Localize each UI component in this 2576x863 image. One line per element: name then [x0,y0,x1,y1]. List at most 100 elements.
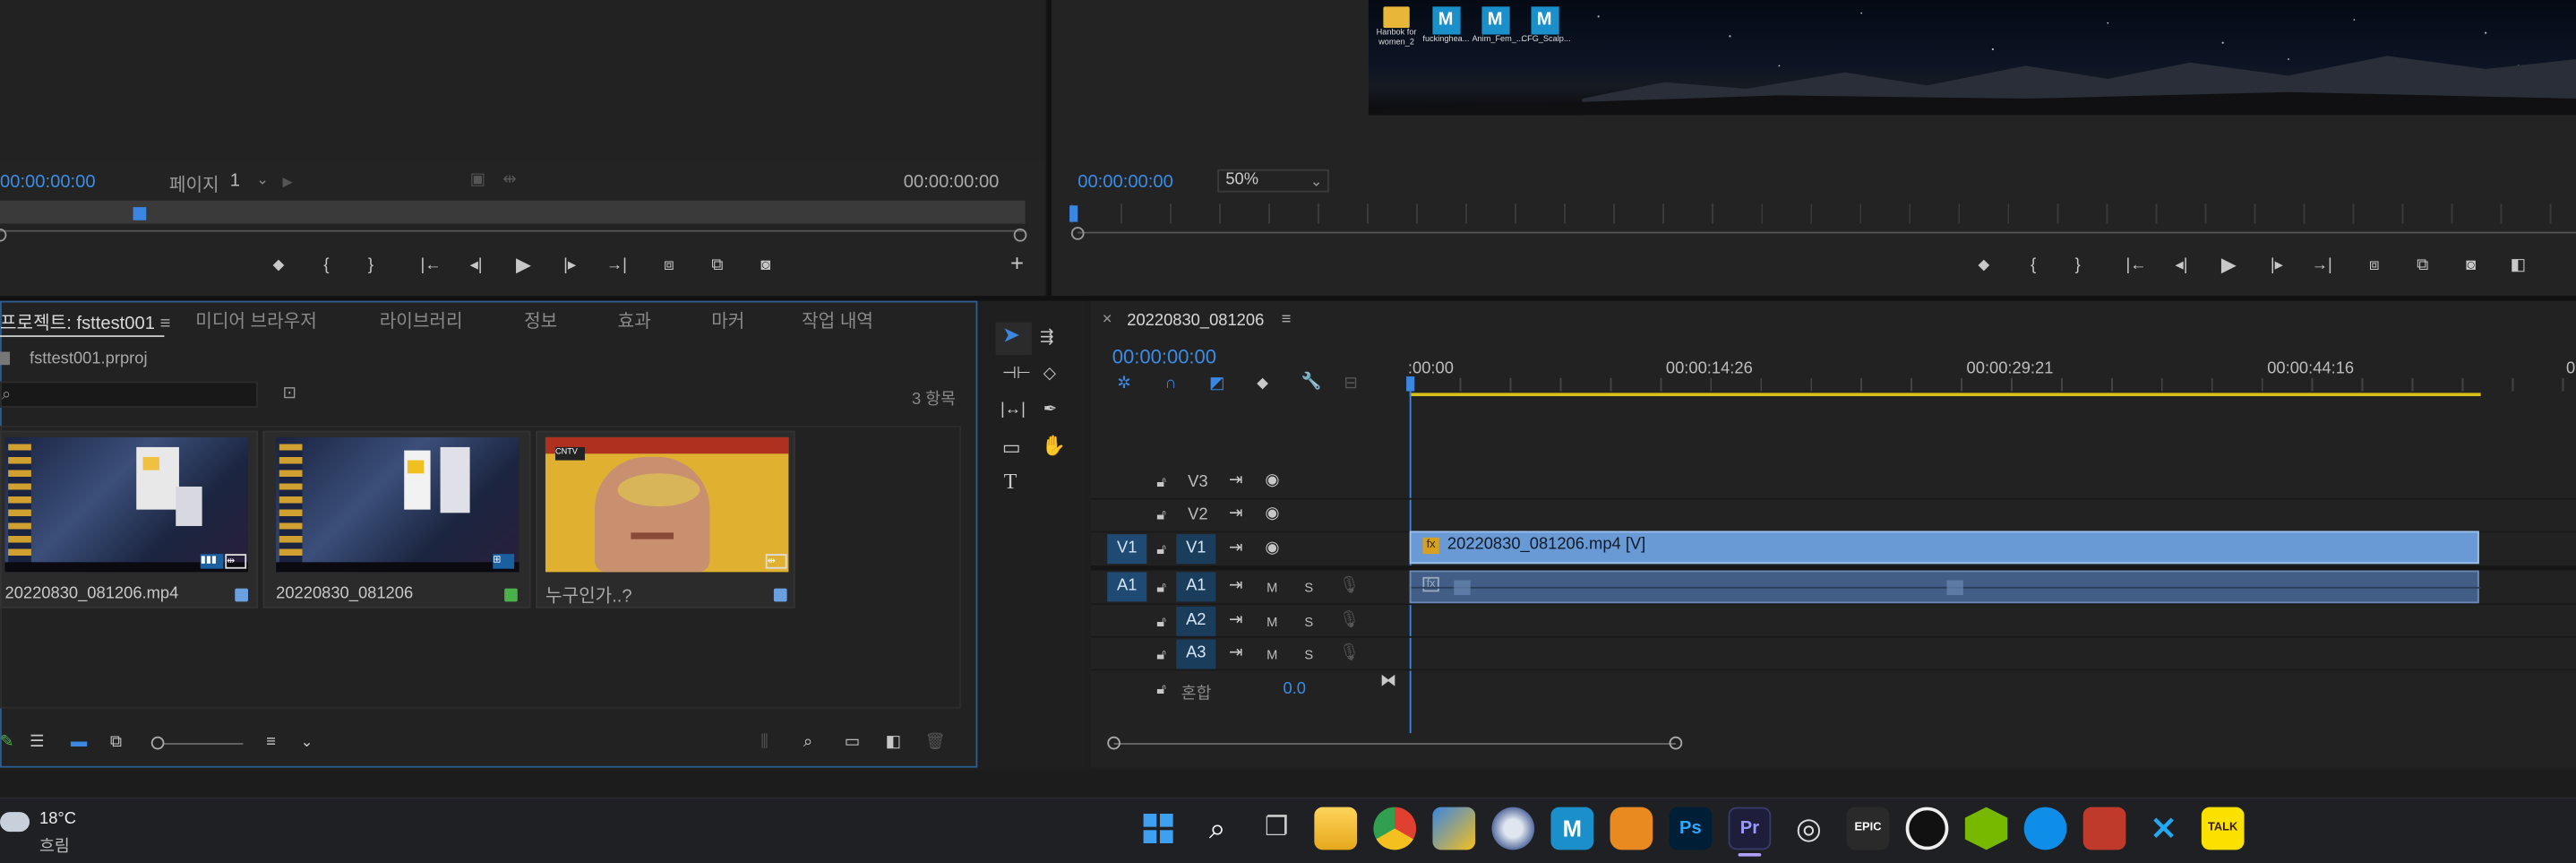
kakaotalk-icon[interactable]: TALK [2201,807,2245,850]
timeline-timecode[interactable]: 00:00:00:00 [1112,345,1216,368]
track-target-a3[interactable]: A3 [1176,639,1216,669]
timeline-zoom-bar[interactable] [1113,743,1676,745]
program-time-ruler[interactable] [1070,203,2576,224]
start-icon[interactable] [1137,807,1180,850]
desktop-icon-folder[interactable]: Hanbok for women_2 [1373,6,1419,47]
tab-libraries[interactable]: 라이브러리 [380,307,463,333]
rectangle-tool-icon[interactable]: ▭ [1002,437,1021,457]
video-clip[interactable]: fx 20220830_081206.mp4 [V] [1409,531,2479,565]
insert-icon[interactable]: ⧈ [664,257,674,274]
sync-lock-icon[interactable]: ⇥ [1229,645,1242,662]
go-to-end-icon[interactable]: ⧓ [1380,673,1396,690]
zoom-select[interactable]: 50% ⌄ [1217,168,1329,193]
new-bin-icon[interactable]: ▭ [845,734,860,751]
label-color-swatch[interactable] [773,588,787,602]
premiere-icon[interactable]: Pr [1728,807,1772,850]
davinci-icon[interactable] [2082,807,2126,850]
extract-icon[interactable]: ⧉ [2417,257,2428,274]
mute-button[interactable]: M [1267,615,1277,630]
ripple-edit-tool-icon[interactable]: ⊣⊢ [1002,366,1031,383]
program-timecode[interactable]: 00:00:00:00 [1078,173,1173,193]
overwrite-icon[interactable]: ⧉ [711,257,723,274]
program-zoom-bar[interactable] [1078,231,2576,234]
track-target-a1[interactable]: A1 [1176,572,1216,602]
icon-view-icon[interactable]: ▬ [71,734,87,751]
zoom-handle-right[interactable] [1013,228,1027,242]
blender-icon[interactable] [1610,807,1653,850]
search-input[interactable]: ⌕ [0,381,258,408]
pen-tool-icon[interactable]: ✒ [1043,401,1057,419]
close-icon[interactable]: × [1103,312,1112,329]
tab-media-browser[interactable]: 미디어 브라우저 [195,307,317,333]
epic-games-icon[interactable]: EPIC [1846,807,1890,850]
new-bin-from-search-icon[interactable]: ⊡ [282,385,296,402]
solo-button[interactable]: S [1304,648,1313,663]
photoshop-icon[interactable]: Ps [1669,807,1713,850]
label-color-swatch[interactable] [235,588,248,602]
tab-project[interactable]: 프로젝트: fsttest001 ≡ [0,309,170,335]
browser-icon[interactable] [1491,807,1535,850]
mark-in-icon[interactable]: { [323,257,329,274]
play-icon[interactable]: ▶ [516,255,531,274]
lock-icon[interactable]: 🔓︎ [1156,613,1166,629]
mute-button[interactable]: M [1267,648,1277,663]
step-forward-icon[interactable]: |▸ [563,257,576,274]
github-desktop-icon[interactable]: ◎ [1788,807,1831,850]
mute-button[interactable]: M [1267,581,1277,596]
project-item-2[interactable]: ⊞ 20220830_081206 [262,430,531,608]
playhead-marker[interactable] [133,207,147,220]
lock-icon[interactable]: 🔓︎ [1156,540,1166,557]
slip-tool-icon[interactable]: |↔| [1000,401,1026,419]
hand-tool-icon[interactable]: ✋ [1042,436,1066,455]
thumbnail-size-slider[interactable] [158,743,244,745]
add-marker-icon[interactable]: ⬥ [1257,375,1268,393]
source-scrubber[interactable] [0,200,1026,224]
microphone-icon[interactable]: 🎙︎ [1339,578,1360,595]
track-select-tool-icon[interactable]: ⇶ [1040,330,1053,347]
type-tool-icon[interactable]: T [1004,470,1018,492]
task-view-icon[interactable]: ❐ [1255,807,1298,850]
go-to-out-icon[interactable]: →| [2312,257,2332,274]
selection-tool-icon[interactable]: ➤ [1002,324,1020,345]
lock-icon[interactable]: 🔓︎ [1156,506,1166,522]
weather-desc[interactable]: 흐림 [39,832,70,856]
search-icon[interactable]: ⌕ [1196,807,1239,850]
eye-icon[interactable]: ◉ [1265,540,1279,557]
solo-button[interactable]: S [1304,581,1313,596]
sync-lock-icon[interactable]: ⇥ [1229,578,1242,595]
pencil-icon[interactable]: ✎ [0,734,13,751]
find-icon[interactable]: ⌕ [803,734,812,751]
desktop-icon-maya-1[interactable]: M fuckinghea... [1422,6,1469,45]
label-color-swatch[interactable] [504,588,518,602]
timeline-playhead[interactable] [1406,376,1415,392]
weather-temp[interactable]: 18°C [39,810,76,828]
source-patch-a1[interactable]: A1 [1107,572,1147,602]
sync-lock-icon[interactable]: ⇥ [1229,612,1242,629]
add-button-icon[interactable]: + [1010,252,1024,275]
track-label-v3[interactable]: V3 [1188,473,1207,491]
audio-clip[interactable]: fx [1409,570,2481,604]
mark-out-icon[interactable]: } [2075,257,2081,274]
new-item-icon[interactable]: ◧ [886,734,901,751]
camera-icon[interactable]: ◙ [760,257,770,274]
lock-icon[interactable]: 🔓︎ [1156,473,1166,489]
source-timecode[interactable]: 00:00:00:00 [0,173,96,193]
chevron-down-icon[interactable]: ⌄ [301,733,313,749]
track-target-a2[interactable]: A2 [1176,606,1216,636]
go-to-in-icon[interactable]: |← [421,257,442,274]
microphone-icon[interactable]: 🎙︎ [1339,645,1360,662]
maya-icon[interactable]: M [1550,807,1594,850]
eye-icon[interactable]: ◉ [1265,505,1279,522]
step-back-icon[interactable]: ◂| [2175,257,2187,274]
play-icon[interactable]: ▶ [2221,255,2237,274]
play-small-icon[interactable]: ▶ [282,174,292,190]
sort-icon[interactable]: ≡ [266,734,276,751]
lock-icon[interactable]: 🔓︎ [1156,646,1166,662]
desktop-icon-maya-2[interactable]: M Anim_Fem_... [1472,6,1524,45]
step-forward-icon[interactable]: |▸ [2271,257,2283,274]
linked-selection-icon[interactable]: ◩ [1209,375,1224,393]
tab-info[interactable]: 정보 [524,307,557,333]
razor-tool-icon[interactable]: ◇ [1043,366,1056,383]
program-playhead[interactable] [1069,205,1078,222]
marker-icon[interactable]: ⬥ [1978,257,1989,274]
